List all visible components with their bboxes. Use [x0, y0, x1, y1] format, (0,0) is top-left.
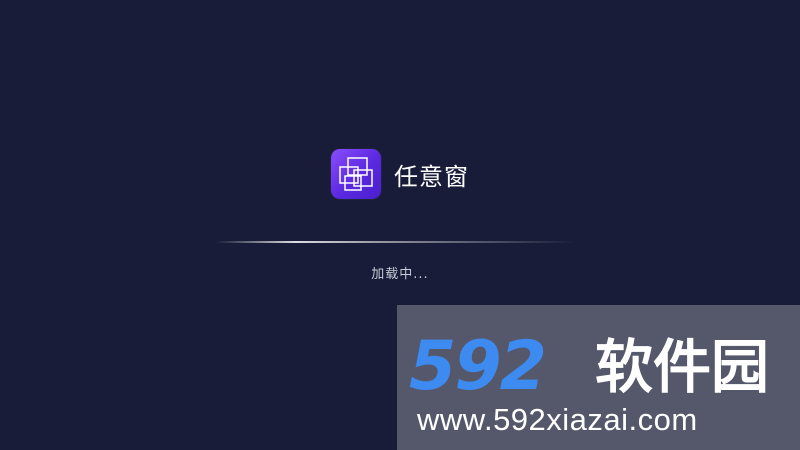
watermark-logo-text: 软件园: [595, 333, 769, 401]
overlapping-windows-icon: [331, 149, 381, 199]
app-icon-glyph: [339, 157, 373, 191]
app-brand: 任意窗: [331, 149, 469, 199]
loading-progress-line: [216, 241, 576, 243]
watermark-logo: 592 软件园: [409, 329, 769, 401]
watermark-url: www.592xiazai.com: [417, 402, 698, 437]
watermark-logo-digits: 592: [409, 329, 545, 401]
loading-status-text: 加载中...: [371, 267, 429, 282]
watermark-overlay: 592 软件园 www.592xiazai.com: [397, 305, 800, 450]
splash-screen: 任意窗 加载中... 592 软件园 www.592xiazai.com: [0, 0, 800, 450]
app-name: 任意窗: [394, 162, 469, 191]
